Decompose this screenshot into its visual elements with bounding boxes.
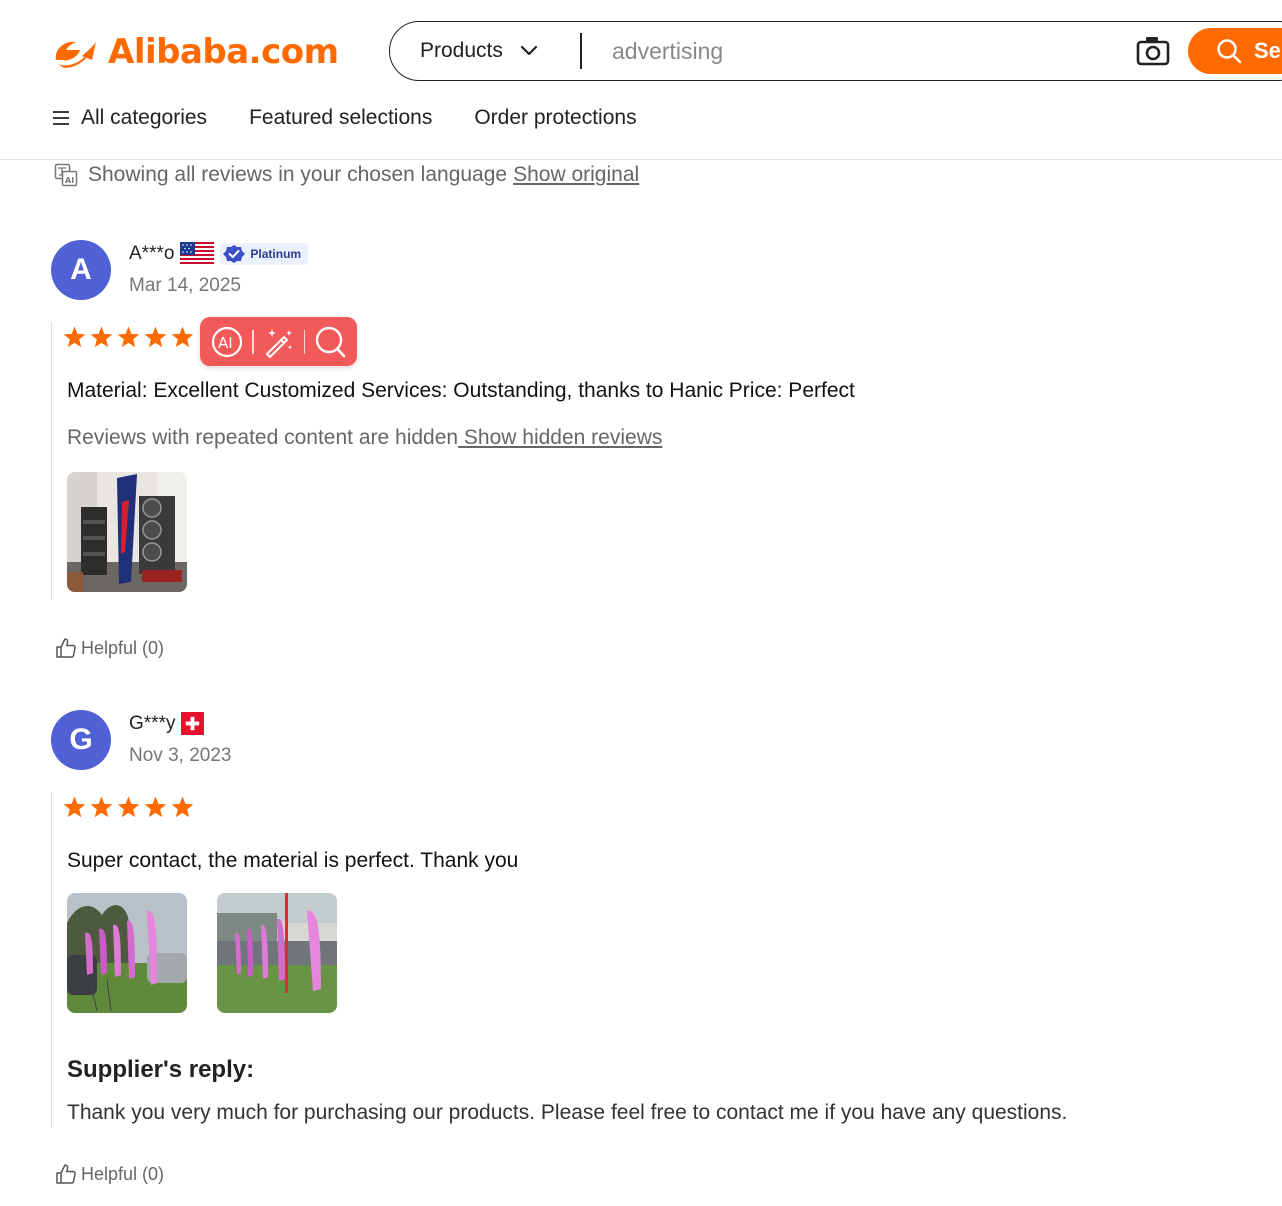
translation-note: AI Showing all reviews in your chosen la… (54, 163, 639, 187)
magnifier-icon[interactable] (313, 325, 347, 359)
star-icon (144, 796, 167, 818)
review-photo-image (217, 893, 337, 1013)
nav-order-protections-label: Order protections (474, 106, 637, 129)
helpful-label: Helpful (0) (81, 1163, 165, 1184)
chevron-down-icon (520, 45, 537, 56)
search-bar: Products Se (389, 21, 1282, 81)
svg-text:AI: AI (65, 176, 74, 185)
avatar: A (51, 240, 111, 300)
toolbar-separator (303, 329, 305, 354)
star-icon (171, 326, 194, 348)
reviewer-name: G***y (129, 712, 205, 735)
star-icon (90, 326, 113, 348)
review-text: Super contact, the material is perfect. … (67, 849, 519, 872)
review-photo[interactable] (217, 893, 337, 1013)
supplier-reply-text: Thank you very much for purchasing our p… (67, 1101, 1068, 1124)
ai-icon[interactable]: AI (210, 325, 244, 359)
camera-icon[interactable] (1136, 35, 1170, 67)
reviewer-name-text: G***y (129, 712, 176, 734)
review-divider (51, 322, 52, 600)
header-divider (0, 159, 1282, 160)
svg-text:AI: AI (218, 334, 233, 352)
toolbar-separator (252, 329, 254, 354)
supplier-reply-title: Supplier's reply: (67, 1056, 255, 1083)
nav-all-categories[interactable]: All categories (52, 106, 207, 130)
review-photo[interactable] (67, 472, 187, 592)
review-text: Material: Excellent Customized Services:… (67, 379, 855, 402)
translate-icon: AI (54, 163, 78, 187)
nav-featured-selections[interactable]: Featured selections (249, 106, 432, 130)
nav-order-protections[interactable]: Order protections (474, 106, 636, 130)
star-rating (63, 326, 194, 348)
avatar: G (51, 710, 111, 770)
reviewer-name-text: A***o (129, 243, 175, 264)
review-photo-image (67, 893, 187, 1013)
menu-icon (53, 111, 69, 125)
main-nav: All categories Featured selections Order… (52, 106, 679, 130)
nav-featured-label: Featured selections (249, 106, 433, 129)
magic-wand-icon[interactable] (262, 325, 296, 359)
review-date: Mar 14, 2025 (129, 275, 241, 296)
review-photo-image (67, 472, 187, 592)
hidden-reviews-text: Reviews with repeated content are hidden (67, 426, 459, 449)
search-button-label: Se (1254, 38, 1281, 63)
helpful-button[interactable]: Helpful (0) (55, 637, 164, 659)
swiss-flag-icon (181, 712, 205, 735)
search-button[interactable]: Se (1188, 28, 1282, 74)
alibaba-logo[interactable]: Alibaba.com (50, 30, 339, 74)
search-input[interactable] (612, 37, 1112, 65)
star-icon (144, 326, 167, 348)
nav-all-categories-label: All categories (81, 106, 208, 129)
search-category-label: Products (420, 39, 503, 62)
thumbs-up-icon (56, 638, 76, 658)
reviewer-name: A***o Platinum (129, 242, 309, 266)
badge-label: Platinum (250, 247, 302, 261)
star-icon (90, 796, 113, 818)
alibaba-logo-icon (55, 41, 96, 68)
platinum-badge: Platinum (220, 243, 309, 265)
star-icon (171, 796, 194, 818)
helpful-button[interactable]: Helpful (0) (55, 1163, 164, 1185)
show-original-link[interactable]: Show original (513, 163, 639, 187)
thumbs-up-icon (56, 1164, 76, 1184)
search-divider (580, 33, 582, 69)
star-rating (63, 796, 194, 818)
review-photo[interactable] (67, 893, 187, 1013)
review-divider (51, 792, 52, 1128)
translation-note-text: Showing all reviews in your chosen langu… (88, 163, 508, 186)
show-hidden-reviews-link[interactable]: Show hidden reviews (458, 426, 662, 449)
star-icon (63, 796, 86, 818)
search-icon (1217, 39, 1242, 64)
verified-badge-icon (223, 245, 246, 263)
review-date: Nov 3, 2023 (129, 745, 232, 766)
star-icon (117, 796, 140, 818)
helpful-label: Helpful (0) (81, 637, 165, 658)
logo-text: Alibaba.com (108, 32, 339, 72)
us-flag-icon (180, 242, 215, 266)
star-icon (117, 326, 140, 348)
search-category-dropdown[interactable]: Products (390, 22, 580, 80)
ai-toolbar: AI (200, 317, 357, 366)
hidden-reviews-note: Reviews with repeated content are hidden… (67, 426, 662, 450)
star-icon (63, 326, 86, 348)
